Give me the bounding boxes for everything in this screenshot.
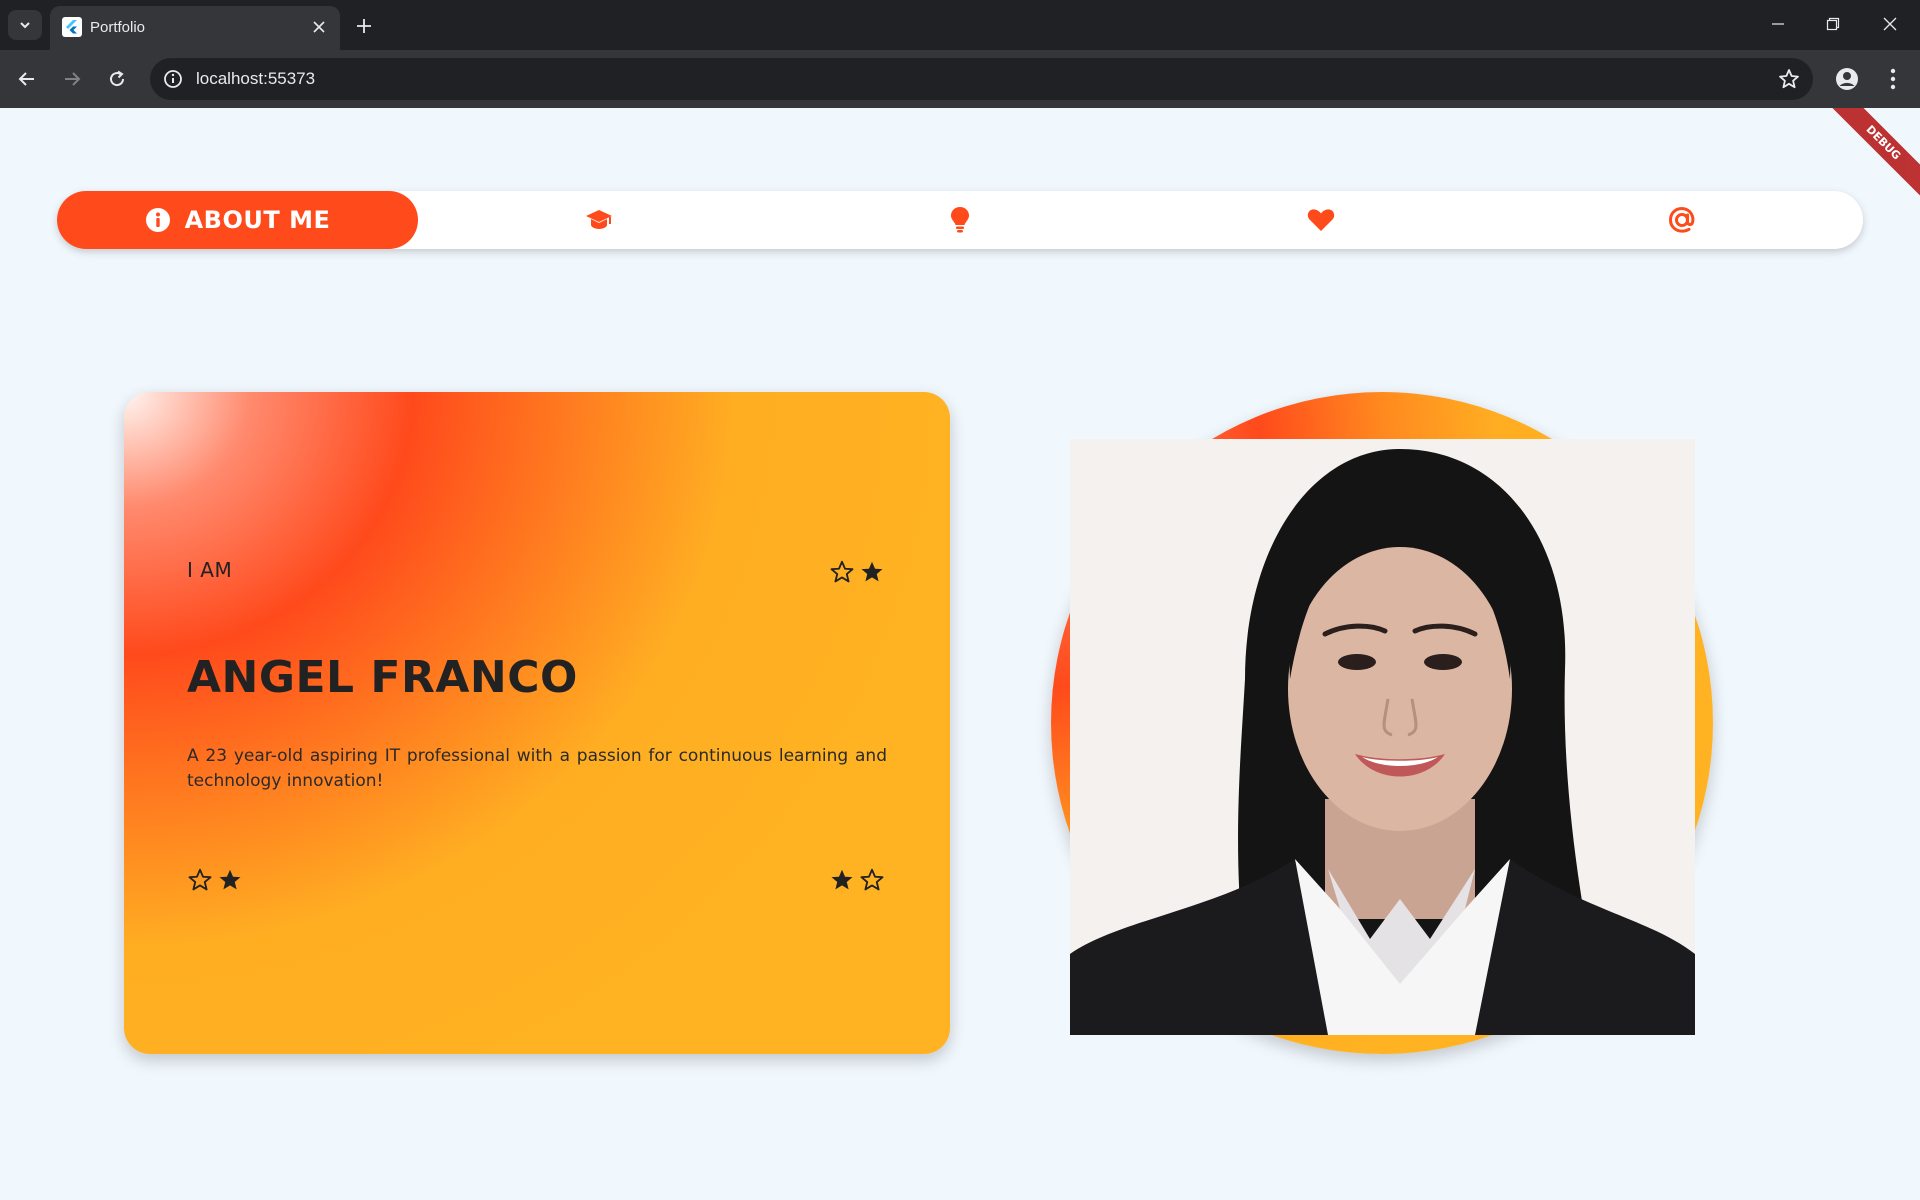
browser-tab[interactable]: Portfolio — [50, 6, 340, 50]
intro-card: I AM ANGEL FRANCO A 23 year-old aspiring… — [124, 392, 950, 1054]
profile-photo — [1070, 439, 1695, 1035]
page-content: DEBUG ABOUT ME I AM ANGEL FRANCO A 23 ye… — [0, 108, 1920, 1200]
profile-photo-frame — [1051, 392, 1713, 1054]
nav-item-about-me[interactable]: ABOUT ME — [57, 191, 418, 249]
minimize-icon — [1772, 23, 1784, 25]
star-pair-bottom-left — [187, 867, 243, 893]
tab-search-button[interactable] — [8, 10, 42, 40]
reload-icon — [110, 70, 125, 87]
star-outline-icon — [860, 868, 884, 891]
browser-tabstrip: Portfolio — [0, 0, 1920, 50]
browser-menu-button[interactable] — [1876, 62, 1910, 96]
star-outline-icon — [188, 868, 212, 891]
intro-label: I AM — [187, 558, 233, 582]
minimize-button[interactable] — [1756, 6, 1800, 42]
info-icon — [145, 208, 170, 232]
star-outline-icon — [830, 560, 854, 583]
address-bar[interactable]: localhost:55373 — [150, 58, 1813, 100]
reload-button[interactable] — [100, 62, 134, 96]
star-filled-icon — [861, 561, 883, 582]
site-info-icon[interactable] — [162, 68, 184, 90]
arrow-right-icon — [65, 72, 81, 86]
restore-icon — [1826, 17, 1840, 31]
back-button[interactable] — [10, 62, 44, 96]
chevron-down-icon — [20, 22, 30, 29]
heart-icon — [1307, 209, 1334, 231]
close-window-icon — [1883, 17, 1897, 31]
nav-item-skills[interactable] — [779, 191, 1140, 249]
restore-button[interactable] — [1811, 6, 1855, 42]
star-pair-top-right — [829, 559, 885, 585]
close-icon — [313, 21, 325, 33]
nav-item-interests[interactable] — [1140, 191, 1501, 249]
nav-item-contact[interactable] — [1501, 191, 1862, 249]
flutter-favicon-icon — [62, 17, 82, 37]
nav-active-label: ABOUT ME — [184, 206, 331, 234]
profile-avatar-icon — [1836, 68, 1858, 90]
nav-item-education[interactable] — [418, 191, 779, 249]
graduation-cap-icon — [585, 210, 612, 229]
tab-title: Portfolio — [90, 19, 146, 36]
plus-icon — [357, 19, 371, 33]
browser-toolbar: localhost:55373 — [0, 50, 1920, 108]
url-text[interactable]: localhost:55373 — [196, 69, 315, 89]
intro-description: A 23 year-old aspiring IT professional w… — [187, 746, 887, 791]
at-sign-icon — [1668, 206, 1694, 233]
arrow-left-icon — [18, 72, 34, 86]
person-name: ANGEL FRANCO — [187, 652, 578, 703]
tab-close-button[interactable] — [308, 16, 330, 38]
debug-banner: DEBUG — [1822, 108, 1920, 204]
bookmark-star-icon[interactable] — [1777, 67, 1801, 91]
star-pair-bottom-right — [829, 867, 885, 893]
new-tab-button[interactable] — [350, 12, 378, 40]
more-vertical-icon — [1890, 68, 1896, 90]
close-window-button[interactable] — [1868, 6, 1912, 42]
star-filled-icon — [831, 869, 853, 890]
lightbulb-icon — [950, 207, 969, 233]
profile-button[interactable] — [1830, 62, 1864, 96]
forward-button[interactable] — [55, 62, 89, 96]
star-filled-icon — [219, 869, 241, 890]
section-navbar: ABOUT ME — [57, 191, 1863, 249]
